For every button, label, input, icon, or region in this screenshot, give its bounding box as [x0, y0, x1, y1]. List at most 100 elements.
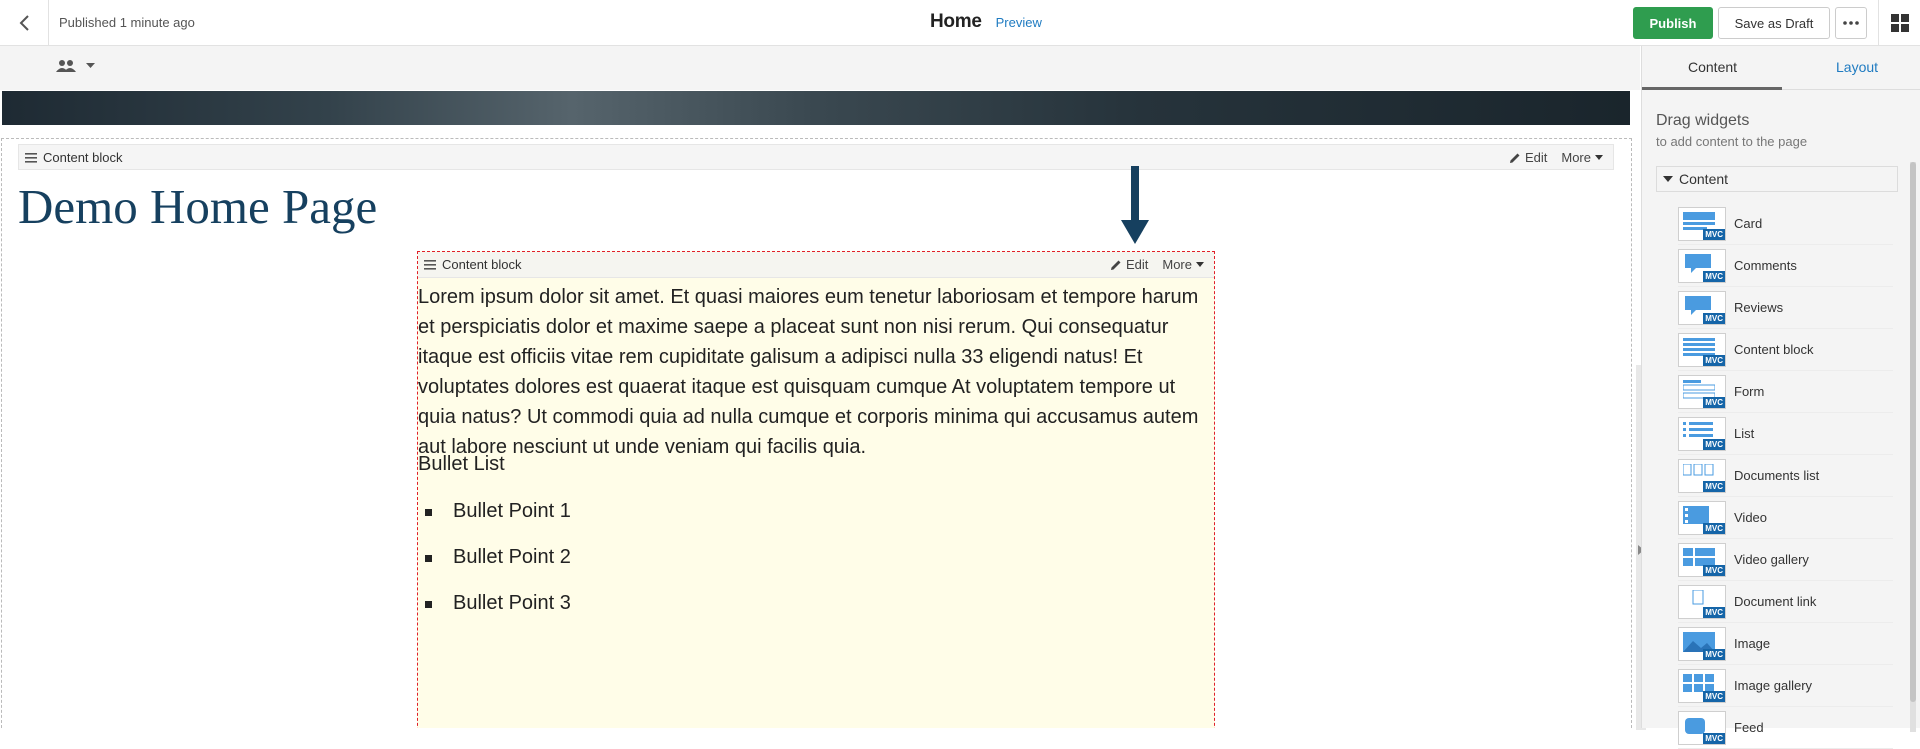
mvc-badge: MVC: [1703, 480, 1725, 492]
more-label: More: [1561, 150, 1591, 165]
mvc-badge: MVC: [1703, 228, 1725, 240]
edit-button[interactable]: Edit: [1110, 257, 1148, 272]
body-paragraph: Lorem ipsum dolor sit amet. Et quasi mai…: [418, 286, 1199, 458]
mvc-badge: MVC: [1703, 690, 1725, 702]
mvc-badge: MVC: [1703, 270, 1725, 282]
widget-list[interactable]: MVC List: [1678, 413, 1893, 455]
edit-button[interactable]: Edit: [1509, 150, 1547, 165]
block-label-text: Content block: [43, 150, 123, 165]
widgets-panel-toggle[interactable]: [1878, 0, 1920, 46]
reviews-icon: MVC: [1678, 290, 1726, 325]
widget-label: Comments: [1734, 258, 1797, 273]
persona-selector[interactable]: [56, 59, 95, 73]
card-icon: MVC: [1678, 206, 1726, 241]
mvc-badge: MVC: [1703, 648, 1725, 660]
ellipsis-icon: [1843, 21, 1859, 25]
widget-label: Documents list: [1734, 468, 1820, 483]
title-wrap: Home Preview: [930, 11, 1042, 33]
tab-layout[interactable]: Layout: [1836, 59, 1878, 75]
mvc-badge: MVC: [1703, 438, 1725, 450]
block-actions: Edit More: [1110, 257, 1204, 272]
widget-label: List: [1734, 426, 1755, 441]
caret-down-icon: [86, 63, 95, 68]
widget-document-link[interactable]: MVC Document link: [1678, 581, 1893, 623]
comments-icon: MVC: [1678, 248, 1726, 283]
video-icon: MVC: [1678, 500, 1726, 535]
widget-label: Video: [1734, 510, 1768, 525]
widget-label: Reviews: [1734, 300, 1784, 315]
bullet-list-title: Bullet List: [418, 453, 505, 475]
block-label-text: Content block: [442, 257, 522, 272]
widget-label: Card: [1734, 216, 1763, 231]
widget-label: Form: [1734, 384, 1765, 399]
drag-widgets-title: Drag widgets: [1656, 112, 1750, 129]
block-label[interactable]: Content block: [424, 257, 522, 272]
content-group-toggle[interactable]: Content: [1656, 166, 1898, 192]
mvc-badge: MVC: [1703, 606, 1725, 618]
widget-documents-list[interactable]: MVC Documents list: [1678, 455, 1893, 497]
publish-button[interactable]: Publish: [1633, 7, 1713, 39]
block-label[interactable]: Content block: [25, 150, 123, 165]
more-actions-button[interactable]: [1835, 7, 1867, 39]
grid-icon: [1890, 14, 1909, 32]
widget-content-block[interactable]: MVC Content block: [1678, 329, 1893, 371]
mvc-badge: MVC: [1703, 354, 1725, 366]
caret-down-icon: [1595, 155, 1603, 160]
form-icon: MVC: [1678, 374, 1726, 409]
widget-feed[interactable]: MVC Feed: [1678, 707, 1893, 749]
drag-handle-icon[interactable]: [25, 152, 37, 163]
inner-content-block[interactable]: Content block Edit More Lorem ipsum dolo…: [417, 251, 1215, 728]
edit-label: Edit: [1125, 257, 1149, 272]
caret-down-icon: [1663, 176, 1673, 182]
tab-content[interactable]: Content: [1688, 59, 1737, 75]
more-label: More: [1162, 257, 1192, 272]
image-gallery-icon: MVC: [1678, 668, 1726, 703]
widgets-panel: Content Layout Drag widgets to add conte…: [1641, 46, 1920, 749]
widget-card[interactable]: MVC Card: [1678, 203, 1893, 245]
widget-video-gallery[interactable]: MVC Video gallery: [1678, 539, 1893, 581]
drag-handle-icon[interactable]: [424, 259, 436, 270]
more-dropdown[interactable]: More: [1561, 150, 1603, 165]
widget-image[interactable]: MVC Image: [1678, 623, 1893, 665]
widget-label: Video gallery: [1734, 552, 1809, 567]
widget-list: MVC Card MVC Comments MVC Reviews MVC Content b…: [1678, 203, 1893, 749]
mvc-badge: MVC: [1703, 564, 1725, 576]
list-icon: MVC: [1678, 416, 1726, 451]
list-item: Bullet Point 1: [418, 500, 571, 546]
document-link-icon: MVC: [1678, 584, 1726, 619]
edit-label: Edit: [1524, 150, 1548, 165]
widget-video[interactable]: MVC Video: [1678, 497, 1893, 539]
demo-heading: Demo Home Page: [18, 179, 378, 234]
video-gallery-icon: MVC: [1678, 542, 1726, 577]
widget-label: Document link: [1734, 594, 1817, 609]
mvc-badge: MVC: [1703, 312, 1725, 324]
content-block-icon: MVC: [1678, 332, 1726, 367]
hero-banner-image: [2, 91, 1630, 125]
widget-form[interactable]: MVC Form: [1678, 371, 1893, 413]
panel-scrollbar-thumb[interactable]: [1910, 162, 1916, 702]
preview-link[interactable]: Preview: [996, 15, 1042, 30]
widget-image-gallery[interactable]: MVC Image gallery: [1678, 665, 1893, 707]
image-icon: MVC: [1678, 626, 1726, 661]
down-arrow-icon: [1121, 166, 1149, 244]
outer-content-block-toolbar: Content block Edit More: [18, 144, 1614, 170]
pencil-icon: [1509, 153, 1520, 163]
top-bar: Published 1 minute ago Home Preview Publ…: [0, 0, 1920, 46]
users-icon: [56, 60, 76, 72]
list-item: Bullet Point 2: [418, 546, 571, 592]
mvc-badge: MVC: [1703, 396, 1725, 408]
widget-reviews[interactable]: MVC Reviews: [1678, 287, 1893, 329]
caret-down-icon: [1196, 262, 1204, 267]
more-dropdown[interactable]: More: [1162, 257, 1204, 272]
mvc-badge: MVC: [1703, 732, 1725, 744]
publish-status: Published 1 minute ago: [59, 15, 195, 30]
mvc-badge: MVC: [1703, 522, 1725, 534]
page-canvas: Content block Edit More Demo Home Page C…: [0, 46, 1640, 728]
inner-content-block-toolbar: Content block Edit More: [418, 252, 1214, 278]
widget-label: Content block: [1734, 342, 1814, 357]
pencil-icon: [1110, 260, 1121, 270]
save-draft-button[interactable]: Save as Draft: [1718, 7, 1830, 39]
canvas-toolbar: [0, 46, 1640, 90]
widget-comments[interactable]: MVC Comments: [1678, 245, 1893, 287]
back-button[interactable]: [0, 0, 49, 46]
